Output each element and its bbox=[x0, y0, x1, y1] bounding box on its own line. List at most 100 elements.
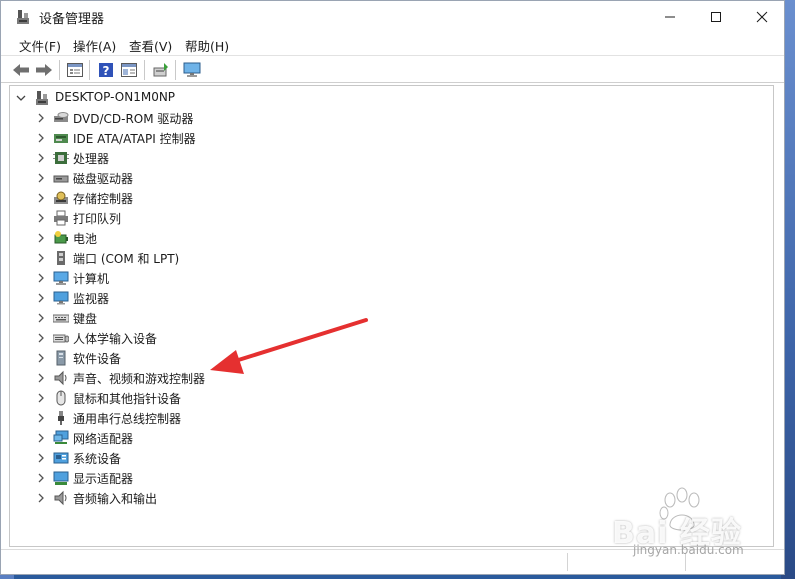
tree-item-row[interactable]: 人体学输入设备 bbox=[10, 328, 710, 348]
chevron-right-icon[interactable] bbox=[36, 492, 46, 504]
tree-item-row[interactable]: 存储控制器 bbox=[10, 188, 710, 208]
printer-icon bbox=[54, 210, 68, 226]
port-icon bbox=[57, 251, 65, 265]
tree-item-label: 存储控制器 bbox=[73, 192, 134, 206]
tree-item-row[interactable]: DVD/CD-ROM 驱动器 bbox=[10, 108, 710, 128]
toolbar-separator bbox=[89, 60, 90, 80]
tree-item-row[interactable]: 计算机 bbox=[10, 268, 710, 288]
audio-io-icon bbox=[54, 490, 67, 506]
processor-icon bbox=[53, 152, 69, 164]
tree-root-label: DESKTOP-ON1M0NP bbox=[55, 90, 176, 104]
tree-item-label: 人体学输入设备 bbox=[73, 332, 158, 346]
tree-item-label: 网络适配器 bbox=[73, 432, 134, 446]
tree-item-row[interactable]: 监视器 bbox=[10, 288, 710, 308]
tree-item-label: 键盘 bbox=[73, 312, 98, 326]
system-device-icon bbox=[53, 452, 69, 464]
computer-icon bbox=[53, 271, 69, 285]
chevron-right-icon[interactable] bbox=[36, 232, 46, 244]
tree-item-label: 监视器 bbox=[73, 292, 110, 306]
tree-item-label: 鼠标和其他指针设备 bbox=[73, 392, 182, 406]
tree-item-row[interactable]: 系统设备 bbox=[10, 448, 710, 468]
tree-item-label: 处理器 bbox=[73, 152, 110, 166]
tree-item-row[interactable]: 显示适配器 bbox=[10, 468, 710, 488]
tree-item-row[interactable]: IDE ATA/ATAPI 控制器 bbox=[10, 128, 710, 148]
tree-item-row[interactable]: 鼠标和其他指针设备 bbox=[10, 388, 710, 408]
tree-item-label: 系统设备 bbox=[73, 452, 122, 466]
tree-item-row[interactable]: 软件设备 bbox=[10, 348, 710, 368]
chevron-right-icon[interactable] bbox=[36, 412, 46, 424]
title-bar[interactable]: 设备管理器 bbox=[1, 1, 784, 33]
properties-button[interactable] bbox=[65, 60, 85, 80]
ide-controller-icon bbox=[54, 134, 68, 143]
tree-item-label: 声音、视频和游戏控制器 bbox=[73, 372, 206, 386]
computer-tower-icon bbox=[36, 91, 48, 105]
menu-action[interactable]: 操作(A) bbox=[73, 36, 116, 55]
tree-item-row[interactable]: 打印队列 bbox=[10, 208, 710, 228]
chevron-right-icon[interactable] bbox=[36, 332, 46, 344]
display-adapter-icon bbox=[53, 471, 69, 485]
menu-help[interactable]: 帮助(H) bbox=[185, 36, 229, 55]
menu-file[interactable]: 文件(F) bbox=[19, 36, 61, 55]
tree-item-label: 音频输入和输出 bbox=[73, 492, 158, 506]
chevron-down-icon[interactable] bbox=[16, 92, 26, 104]
chevron-right-icon[interactable] bbox=[36, 472, 46, 484]
tree-item-label: 电池 bbox=[73, 232, 98, 246]
tree-item-row[interactable]: 磁盘驱动器 bbox=[10, 168, 710, 188]
mouse-icon bbox=[56, 390, 66, 406]
chevron-right-icon[interactable] bbox=[36, 352, 46, 364]
tree-item-row[interactable]: 键盘 bbox=[10, 308, 710, 328]
chevron-right-icon[interactable] bbox=[36, 212, 46, 224]
forward-button[interactable] bbox=[34, 60, 54, 80]
minimize-button[interactable] bbox=[647, 1, 693, 33]
toolbar-separator bbox=[144, 60, 145, 80]
scan-icon bbox=[153, 63, 168, 77]
tree-item-row[interactable]: 网络适配器 bbox=[10, 428, 710, 448]
monitor-icon bbox=[53, 291, 69, 305]
chevron-right-icon[interactable] bbox=[36, 432, 46, 444]
help-button[interactable]: ? bbox=[96, 60, 116, 80]
chevron-right-icon[interactable] bbox=[36, 112, 46, 124]
disk-drive-icon bbox=[53, 175, 69, 183]
menu-bar: 文件(F) 操作(A) 查看(V) 帮助(H) bbox=[1, 33, 784, 55]
close-icon bbox=[756, 11, 768, 23]
chevron-right-icon[interactable] bbox=[36, 392, 46, 404]
scan-hardware-button[interactable] bbox=[151, 60, 171, 80]
help-icon: ? bbox=[99, 63, 113, 78]
tree-item-row[interactable]: 电池 bbox=[10, 228, 710, 248]
maximize-button[interactable] bbox=[693, 1, 739, 33]
svg-text:?: ? bbox=[103, 64, 110, 78]
chevron-right-icon[interactable] bbox=[36, 272, 46, 284]
hid-icon bbox=[53, 334, 69, 343]
close-button[interactable] bbox=[739, 1, 785, 33]
chevron-right-icon[interactable] bbox=[36, 132, 46, 144]
tree-item-label: 端口 (COM 和 LPT) bbox=[73, 252, 180, 266]
chevron-right-icon[interactable] bbox=[36, 152, 46, 164]
menu-view[interactable]: 查看(V) bbox=[129, 36, 172, 55]
chevron-right-icon[interactable] bbox=[36, 252, 46, 264]
tree-root-row[interactable]: DESKTOP-ON1M0NP bbox=[10, 88, 710, 108]
chevron-right-icon[interactable] bbox=[36, 372, 46, 384]
chevron-right-icon[interactable] bbox=[36, 172, 46, 184]
tree-item-row[interactable]: 处理器 bbox=[10, 148, 710, 168]
view-icon bbox=[121, 63, 137, 77]
tree-item-row[interactable]: 通用串行总线控制器 bbox=[10, 408, 710, 428]
device-tree: DESKTOP-ON1M0NP DVD/CD-ROM 驱动器 IDE ATA/AT… bbox=[9, 85, 774, 547]
tree-item-label: DVD/CD-ROM 驱动器 bbox=[73, 112, 194, 126]
device-manager-app-icon bbox=[17, 10, 29, 24]
tree-item-label: 磁盘驱动器 bbox=[73, 172, 134, 186]
view-button[interactable] bbox=[119, 60, 139, 80]
back-button[interactable] bbox=[11, 60, 31, 80]
monitor-button[interactable] bbox=[182, 60, 202, 80]
chevron-right-icon[interactable] bbox=[36, 452, 46, 464]
chevron-right-icon[interactable] bbox=[36, 292, 46, 304]
forward-icon bbox=[36, 64, 52, 76]
window-title: 设备管理器 bbox=[39, 12, 105, 27]
tree-item-row[interactable]: 端口 (COM 和 LPT) bbox=[10, 248, 710, 268]
chevron-right-icon[interactable] bbox=[36, 192, 46, 204]
status-divider bbox=[567, 553, 568, 571]
tree-item-label: IDE ATA/ATAPI 控制器 bbox=[73, 132, 196, 146]
chevron-right-icon[interactable] bbox=[36, 312, 46, 324]
tree-item-row[interactable]: 声音、视频和游戏控制器 bbox=[10, 368, 710, 388]
network-adapter-icon bbox=[53, 430, 69, 444]
watermark-url: jingyan.baidu.com bbox=[633, 543, 744, 557]
